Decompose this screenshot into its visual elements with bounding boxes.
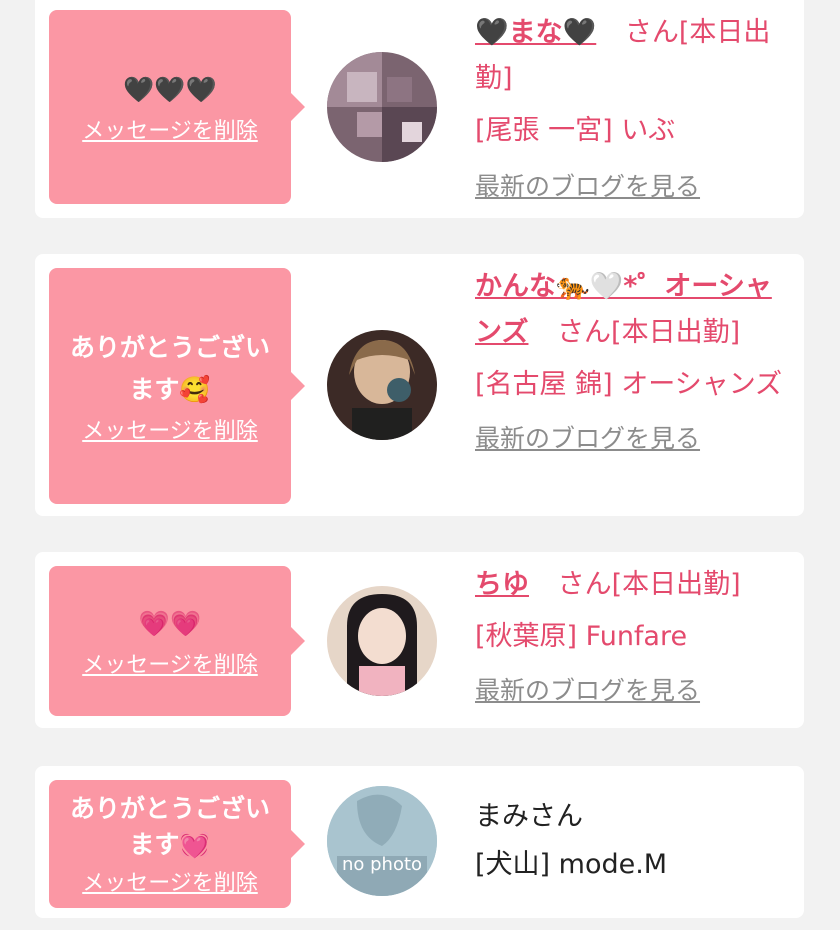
profile-info: ちゆ さん[本日出勤] [秋葉原] Funfare 最新のブログを見る <box>475 562 791 714</box>
profile-location: [尾張 一宮] いぶ <box>475 115 676 146</box>
profile-suffix: さん[本日出勤] <box>557 317 741 348</box>
delete-message-link[interactable]: メッセージを削除 <box>82 113 258 145</box>
message-text: ありがとうございます🥰 <box>69 333 270 404</box>
profile-name-link[interactable]: 🖤まな🖤 <box>475 17 596 48</box>
avatar[interactable] <box>327 330 437 440</box>
profile-name: まみさん <box>475 801 583 832</box>
message-card: ありがとうございます🥰 メッセージを削除 かんな🐅🤍*゜オーシャンズ さん[本日… <box>35 254 804 516</box>
message-card: ありがとうございます💓 メッセージを削除 no photo まみさん [犬山] … <box>35 766 804 918</box>
message-text: 💗💗 <box>138 609 202 638</box>
message-text: 🖤🖤🖤 <box>123 75 217 104</box>
avatar-image <box>327 330 437 440</box>
profile-suffix: さん[本日出勤] <box>557 569 741 600</box>
latest-blog-link[interactable]: 最新のブログを見る <box>475 668 791 714</box>
profile-location: [秋葉原] Funfare <box>475 621 688 652</box>
profile-info: 🖤まな🖤 さん[本日出勤] [尾張 一宮] いぶ 最新のブログを見る <box>475 10 791 210</box>
message-bubble: 💗💗 メッセージを削除 <box>49 566 305 716</box>
message-bubble: 🖤🖤🖤 メッセージを削除 <box>49 10 305 204</box>
latest-blog-link[interactable]: 最新のブログを見る <box>475 416 791 462</box>
message-bubble: ありがとうございます🥰 メッセージを削除 <box>49 268 305 504</box>
delete-message-link[interactable]: メッセージを削除 <box>82 865 258 897</box>
no-photo-placeholder: no photo <box>327 786 437 896</box>
delete-message-link[interactable]: メッセージを削除 <box>82 413 258 445</box>
avatar: no photo <box>327 786 437 896</box>
latest-blog-link[interactable]: 最新のブログを見る <box>475 164 791 210</box>
no-photo-label: no photo <box>342 854 422 875</box>
message-card: 💗💗 メッセージを削除 ちゆ さん[本日出勤] [秋葉原] Funfare 最新… <box>35 552 804 728</box>
message-bubble: ありがとうございます💓 メッセージを削除 <box>49 780 305 908</box>
profile-info: かんな🐅🤍*゜オーシャンズ さん[本日出勤] [名古屋 錦] オーシャンズ 最新… <box>475 264 791 462</box>
profile-name-link[interactable]: ちゆ <box>475 569 529 600</box>
message-card: 🖤🖤🖤 メッセージを削除 🖤まな🖤 さん[本日出勤] [尾張 一宮] いぶ 最新… <box>35 0 804 218</box>
avatar-image <box>327 52 437 162</box>
profile-info: まみさん [犬山] mode.M <box>475 794 791 888</box>
avatar[interactable] <box>327 586 437 696</box>
avatar[interactable] <box>327 52 437 162</box>
profile-location: [名古屋 錦] オーシャンズ <box>475 369 783 400</box>
profile-location: [犬山] mode.M <box>475 849 668 880</box>
delete-message-link[interactable]: メッセージを削除 <box>82 647 258 679</box>
avatar-image <box>327 586 437 696</box>
message-text: ありがとうございます💓 <box>69 794 270 859</box>
